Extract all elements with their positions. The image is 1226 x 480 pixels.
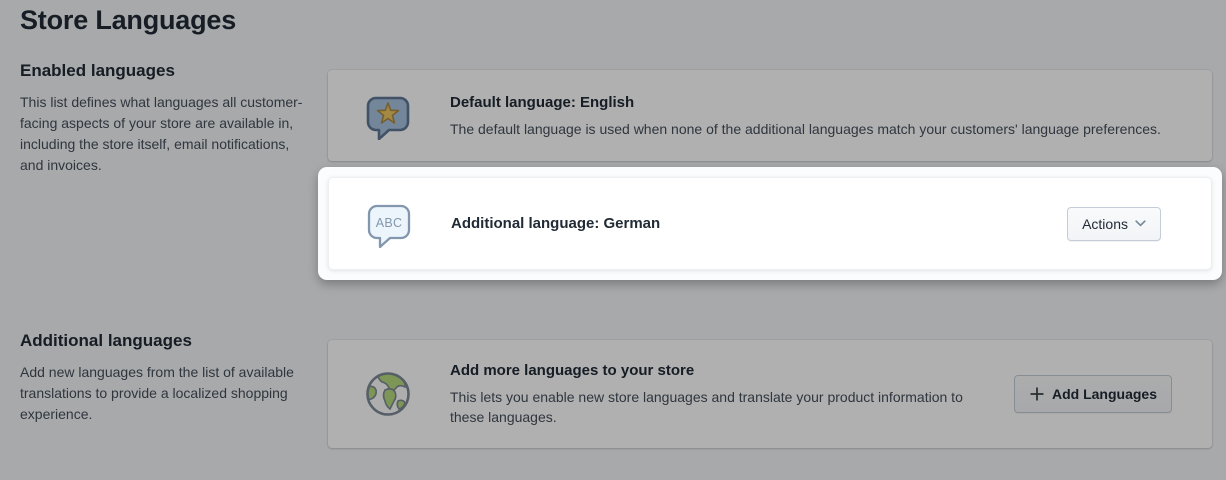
add-languages-text: Add more languages to your store This le… — [450, 361, 1014, 427]
enabled-languages-section-header: Enabled languages This list defines what… — [20, 61, 305, 176]
additional-language-row: ABC Additional language: German Actions — [328, 177, 1212, 270]
default-language-description: The default language is used when none o… — [450, 119, 1212, 139]
default-language-title: Default language: English — [450, 93, 1212, 113]
enabled-languages-description: This list defines what languages all cus… — [20, 92, 305, 176]
tour-spotlight-highlight: ABC Additional language: German Actions — [318, 167, 1222, 280]
globe-icon — [364, 370, 412, 418]
add-languages-button-label: Add Languages — [1052, 386, 1157, 402]
additional-language-title: Additional language: German — [451, 214, 1067, 234]
enabled-languages-heading: Enabled languages — [20, 61, 305, 81]
plus-icon — [1029, 386, 1045, 402]
additional-languages-section-header: Additional languages Add new languages f… — [20, 331, 305, 425]
actions-button-label: Actions — [1082, 216, 1128, 232]
actions-button[interactable]: Actions — [1067, 207, 1161, 241]
add-languages-title: Add more languages to your store — [450, 361, 1014, 381]
page-title: Store Languages — [20, 5, 236, 36]
additional-languages-heading: Additional languages — [20, 331, 305, 351]
add-languages-row: Add more languages to your store This le… — [328, 340, 1212, 448]
abc-icon-letters: ABC — [376, 216, 403, 230]
add-languages-button[interactable]: Add Languages — [1014, 375, 1172, 413]
abc-speech-bubble-icon: ABC — [365, 200, 413, 248]
additional-languages-description: Add new languages from the list of avail… — [20, 362, 305, 425]
chevron-down-icon — [1135, 220, 1146, 227]
default-language-row: Default language: English The default la… — [328, 70, 1212, 161]
additional-language-text: Additional language: German — [451, 214, 1067, 234]
default-language-text: Default language: English The default la… — [450, 93, 1212, 139]
add-languages-description: This lets you enable new store languages… — [450, 387, 985, 427]
star-speech-bubble-icon — [364, 92, 412, 140]
